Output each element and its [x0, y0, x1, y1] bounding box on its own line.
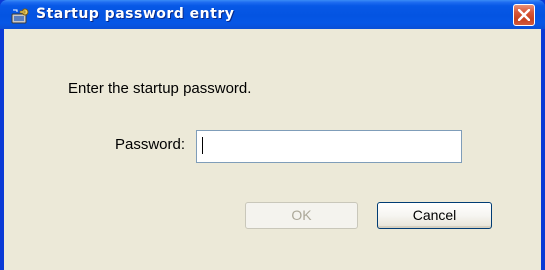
dialog-window: Startup password entry Enter the startup… [0, 0, 545, 270]
prompt-text: Enter the startup password. [68, 80, 252, 97]
password-label: Password: [115, 136, 186, 153]
password-input[interactable] [196, 130, 462, 163]
ok-button[interactable]: OK [245, 202, 358, 229]
computer-key-icon [10, 7, 30, 25]
dialog-body: Enter the startup password. Password: OK… [4, 29, 541, 270]
window-title: Startup password entry [36, 6, 235, 22]
close-button[interactable] [513, 4, 535, 26]
text-caret [202, 137, 203, 154]
close-icon [518, 9, 530, 21]
title-bar[interactable]: Startup password entry [0, 0, 545, 29]
cancel-button[interactable]: Cancel [377, 202, 492, 229]
